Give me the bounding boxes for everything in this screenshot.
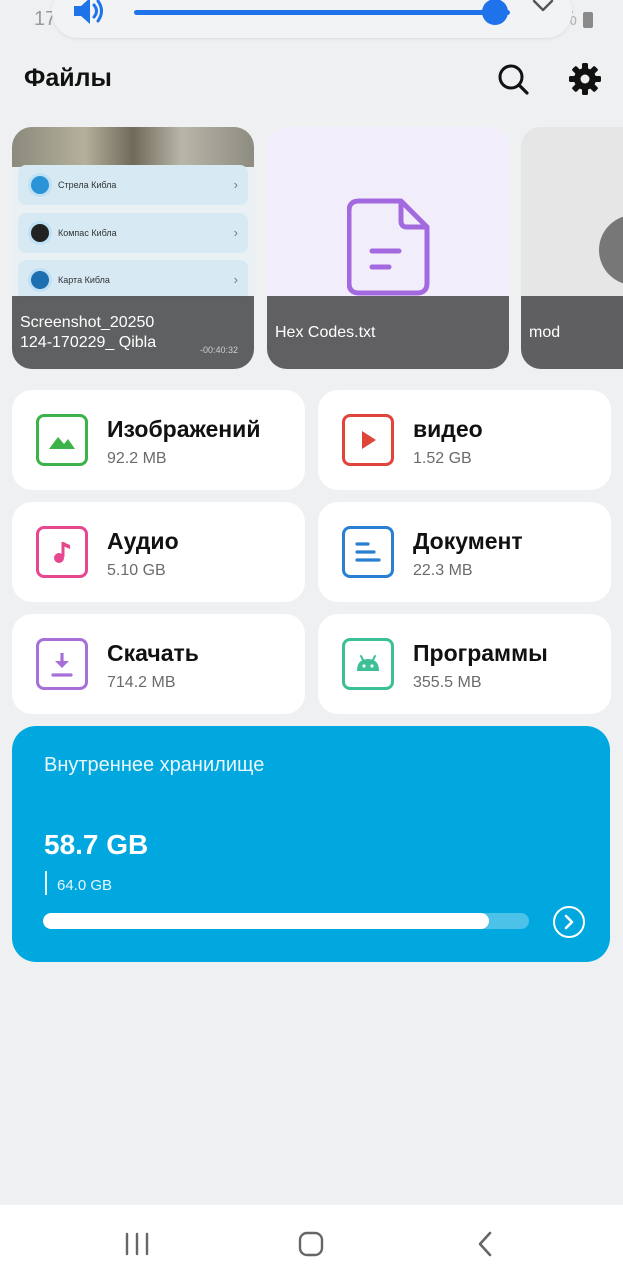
chevron-down-icon[interactable] bbox=[530, 0, 556, 18]
settings-button[interactable] bbox=[566, 60, 604, 98]
divider bbox=[45, 871, 47, 895]
chevron-right-icon: › bbox=[233, 177, 238, 192]
internal-storage-card[interactable]: Внутреннее хранилище 58.7 GB 64.0 GB bbox=[12, 726, 610, 962]
storage-open-button[interactable] bbox=[553, 906, 585, 938]
recents-button[interactable] bbox=[117, 1229, 157, 1259]
navigation-bar bbox=[0, 1205, 623, 1280]
battery-icon bbox=[583, 11, 593, 28]
category-name: Скачать bbox=[107, 640, 199, 666]
recents-icon bbox=[125, 1232, 149, 1256]
storage-used: 58.7 GB bbox=[44, 829, 149, 860]
preview-item: Стрела Кибла › bbox=[18, 165, 248, 205]
category-name: Изображений bbox=[107, 416, 261, 442]
volume-panel bbox=[52, 0, 572, 38]
storage-label: Внутреннее хранилище bbox=[44, 754, 265, 776]
category-documents[interactable]: Документ 22.3 MB bbox=[318, 502, 611, 602]
volume-slider-thumb[interactable] bbox=[482, 0, 508, 25]
preview-item-label: Компас Кибла bbox=[58, 228, 117, 238]
recent-files-carousel[interactable]: Стрела Кибла › Компас Кибла › Карта Кибл… bbox=[12, 127, 623, 369]
recent-file-name: Screenshot_20250 124-170229_ Qibla -00:4… bbox=[12, 296, 254, 369]
android-icon bbox=[342, 638, 394, 690]
category-video[interactable]: видео 1.52 GB bbox=[318, 390, 611, 490]
recent-file-card[interactable]: mod bbox=[521, 127, 623, 369]
recent-file-name: Hex Codes.txt bbox=[267, 296, 509, 369]
page-title: Файлы bbox=[24, 64, 112, 92]
search-button[interactable] bbox=[494, 60, 532, 98]
category-size: 5.10 GB bbox=[107, 562, 166, 579]
image-icon bbox=[36, 414, 88, 466]
category-size: 22.3 MB bbox=[413, 562, 473, 579]
preview-item: Карта Кибла › bbox=[18, 260, 248, 300]
play-icon bbox=[342, 414, 394, 466]
recent-file-card[interactable]: Hex Codes.txt bbox=[267, 127, 509, 369]
category-name: видео bbox=[413, 416, 483, 442]
recent-file-name: mod bbox=[521, 296, 623, 369]
back-icon bbox=[478, 1231, 492, 1257]
music-note-icon bbox=[36, 526, 88, 578]
map-pin-icon bbox=[28, 268, 52, 292]
home-icon bbox=[298, 1231, 324, 1257]
gear-icon bbox=[569, 63, 601, 95]
preview-item-label: Стрела Кибла bbox=[58, 180, 117, 190]
thumbnail-image bbox=[599, 215, 623, 285]
home-button[interactable] bbox=[291, 1229, 331, 1259]
storage-progress-fill bbox=[43, 913, 489, 929]
preview-time: -00:40:32 bbox=[199, 345, 238, 355]
category-size: 92.2 MB bbox=[107, 450, 167, 467]
storage-total: 64.0 GB bbox=[57, 877, 113, 894]
category-name: Программы bbox=[413, 640, 548, 666]
thumbnail-photo bbox=[12, 127, 254, 167]
speaker-icon[interactable] bbox=[70, 0, 106, 26]
category-downloads[interactable]: Скачать 714.2 MB bbox=[12, 614, 305, 714]
category-size: 714.2 MB bbox=[107, 674, 176, 691]
preview-item-label: Карта Кибла bbox=[58, 275, 110, 285]
category-size: 1.52 GB bbox=[413, 450, 472, 467]
volume-slider[interactable] bbox=[134, 10, 510, 15]
category-size: 355.5 MB bbox=[413, 674, 482, 691]
document-lines-icon bbox=[342, 526, 394, 578]
storage-progress-bar bbox=[43, 913, 529, 929]
arrow-icon bbox=[28, 173, 52, 197]
preview-item: Компас Кибла › bbox=[18, 213, 248, 253]
chevron-right-icon bbox=[564, 914, 574, 930]
compass-icon bbox=[28, 221, 52, 245]
document-icon bbox=[347, 198, 430, 296]
category-apps[interactable]: Программы 355.5 MB bbox=[318, 614, 611, 714]
category-name: Аудио bbox=[107, 528, 179, 554]
category-images[interactable]: Изображений 92.2 MB bbox=[12, 390, 305, 490]
recent-file-card[interactable]: Стрела Кибла › Компас Кибла › Карта Кибл… bbox=[12, 127, 254, 369]
search-icon bbox=[498, 64, 529, 95]
category-name: Документ bbox=[413, 528, 523, 554]
chevron-right-icon: › bbox=[233, 225, 238, 240]
back-button[interactable] bbox=[465, 1229, 505, 1259]
category-audio[interactable]: Аудио 5.10 GB bbox=[12, 502, 305, 602]
file-name-line: Screenshot_20250 bbox=[20, 313, 155, 331]
file-name-line: 124-170229_ Qibla bbox=[20, 333, 157, 351]
download-icon bbox=[36, 638, 88, 690]
chevron-right-icon: › bbox=[233, 272, 238, 287]
